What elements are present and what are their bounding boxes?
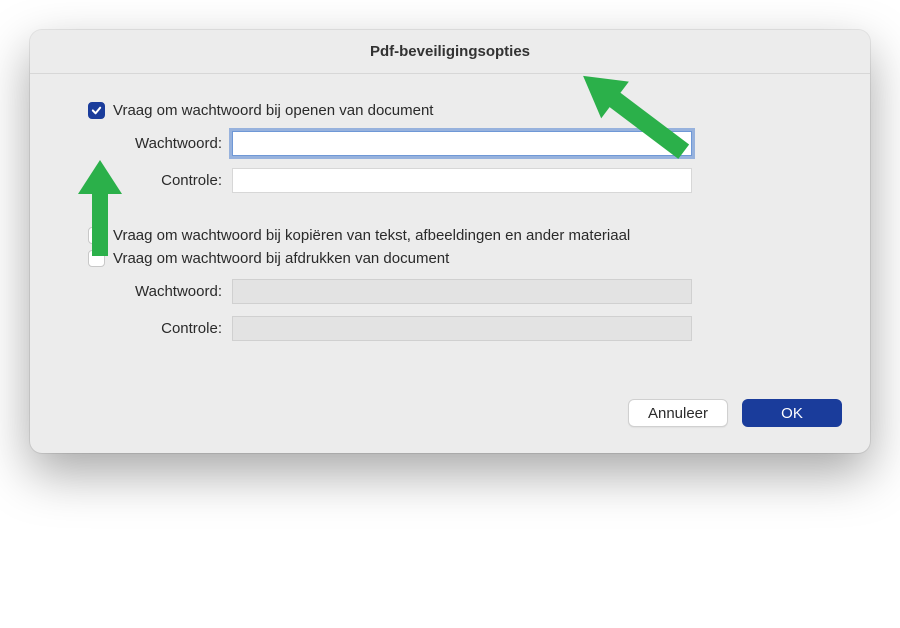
restrict-password-input — [232, 279, 692, 304]
ok-button[interactable]: OK — [742, 399, 842, 427]
copy-checkbox-label: Vraag om wachtwoord bij kopiëren van tek… — [113, 227, 630, 244]
cancel-button[interactable]: Annuleer — [628, 399, 728, 427]
restrict-verify-input — [232, 316, 692, 341]
dialog-title: Pdf-beveiligingsopties — [370, 43, 530, 60]
open-verify-input[interactable] — [232, 168, 692, 193]
restrict-verify-label: Controle: — [80, 320, 232, 337]
titlebar: Pdf-beveiligingsopties — [30, 30, 870, 74]
open-verify-row: Controle: — [80, 168, 820, 193]
copy-checkbox[interactable] — [88, 227, 105, 244]
restrict-verify-row: Controle: — [80, 316, 820, 341]
restrict-password-row: Wachtwoord: — [80, 279, 820, 304]
open-verify-label: Controle: — [80, 172, 232, 189]
restrict-password-label: Wachtwoord: — [80, 283, 232, 300]
open-password-row: Wachtwoord: — [80, 131, 820, 156]
open-password-checkbox-row: Vraag om wachtwoord bij openen van docum… — [80, 102, 820, 119]
restrict-section: Vraag om wachtwoord bij kopiëren van tek… — [80, 227, 820, 341]
open-password-checkbox-label: Vraag om wachtwoord bij openen van docum… — [113, 102, 433, 119]
print-checkbox-row: Vraag om wachtwoord bij afdrukken van do… — [80, 250, 820, 267]
print-checkbox-label: Vraag om wachtwoord bij afdrukken van do… — [113, 250, 449, 267]
print-checkbox[interactable] — [88, 250, 105, 267]
button-bar: Annuleer OK — [30, 399, 870, 453]
open-password-section: Vraag om wachtwoord bij openen van docum… — [80, 102, 820, 193]
open-password-checkbox[interactable] — [88, 102, 105, 119]
checkmark-icon — [91, 105, 102, 116]
dialog-content: Vraag om wachtwoord bij openen van docum… — [30, 74, 870, 399]
copy-checkbox-row: Vraag om wachtwoord bij kopiëren van tek… — [80, 227, 820, 244]
open-password-input[interactable] — [232, 131, 692, 156]
security-options-dialog: Pdf-beveiligingsopties Vraag om wachtwoo… — [30, 30, 870, 453]
open-password-label: Wachtwoord: — [80, 135, 232, 152]
